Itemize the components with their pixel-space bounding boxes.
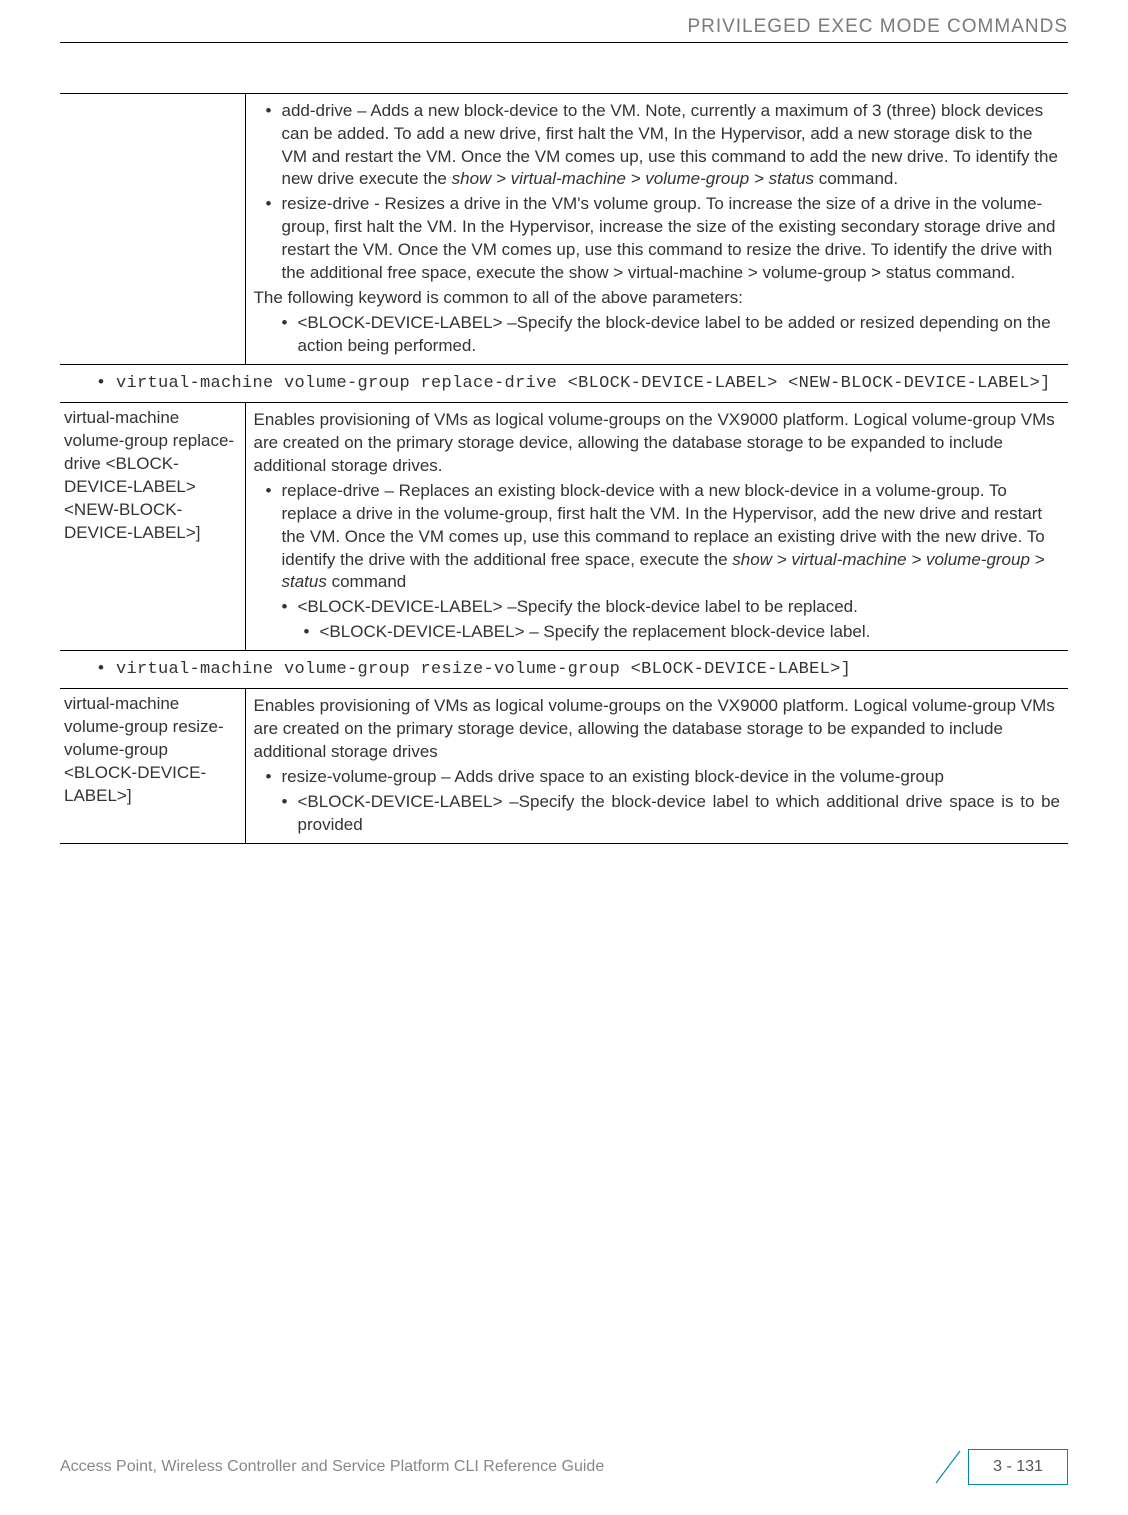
resize-drive-text: resize-drive - Resizes a drive in the VM… (282, 193, 1061, 285)
code-block-replace-drive: •virtual-machine volume-group replace-dr… (60, 371, 1068, 396)
bullet-icon: • (266, 766, 282, 789)
replace-sub1-text: <BLOCK-DEVICE-LABEL> –Specify the block-… (298, 596, 1061, 619)
page-header: PRIVILEGED EXEC MODE COMMANDS (60, 14, 1068, 43)
table1-right-cell: •add-drive – Adds a new block-device to … (245, 93, 1068, 364)
bullet-icon: • (266, 480, 282, 503)
bullet-icon: • (266, 193, 282, 216)
resize-intro-text: Enables provisioning of VMs as logical v… (250, 695, 1061, 764)
command-table-1: •add-drive – Adds a new block-device to … (60, 93, 1068, 365)
footer-slash-icon (928, 1449, 968, 1485)
bullet-icon: • (282, 312, 298, 335)
command-table-2: virtual-machine volume-group replace-dri… (60, 402, 1068, 651)
page-number-badge: 3 - 131 (968, 1449, 1068, 1485)
table2-left-cell: virtual-machine volume-group replace-dri… (60, 402, 245, 650)
resize-sub-text: <BLOCK-DEVICE-LABEL> –Specify the block-… (298, 791, 1061, 837)
replace-sub2-text: <BLOCK-DEVICE-LABEL> – Specify the repla… (320, 621, 1061, 644)
table3-right-cell: Enables provisioning of VMs as logical v… (245, 689, 1068, 844)
resize-volume-group-text: resize-volume-group – Adds drive space t… (282, 766, 1061, 789)
add-drive-text: add-drive – Adds a new block-device to t… (282, 100, 1061, 192)
page-footer: Access Point, Wireless Controller and Se… (0, 1449, 1128, 1485)
command-table-3: virtual-machine volume-group resize-volu… (60, 688, 1068, 844)
code-block-resize-volume-group: •virtual-machine volume-group resize-vol… (60, 657, 1068, 682)
common-keyword-text: The following keyword is common to all o… (250, 287, 1061, 310)
bullet-icon: • (266, 100, 282, 123)
replace-intro-text: Enables provisioning of VMs as logical v… (250, 409, 1061, 478)
table3-left-cell: virtual-machine volume-group resize-volu… (60, 689, 245, 844)
replace-drive-text: replace-drive – Replaces an existing blo… (282, 480, 1061, 595)
bullet-icon: • (304, 621, 320, 644)
bullet-icon: • (282, 791, 298, 814)
table2-right-cell: Enables provisioning of VMs as logical v… (245, 402, 1068, 650)
footer-doc-title: Access Point, Wireless Controller and Se… (60, 1456, 928, 1478)
block-device-label-text: <BLOCK-DEVICE-LABEL> –Specify the block-… (298, 312, 1061, 358)
table1-left-cell (60, 93, 245, 364)
bullet-icon: • (282, 596, 298, 619)
